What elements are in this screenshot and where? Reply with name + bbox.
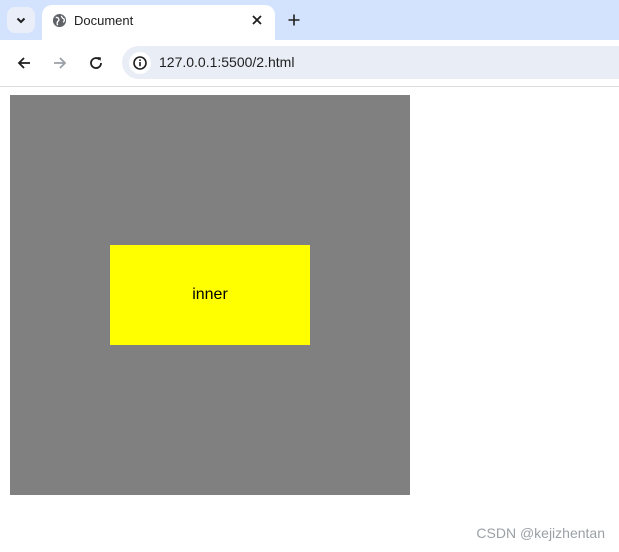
chevron-down-icon <box>16 17 26 24</box>
plus-icon <box>288 14 300 26</box>
browser-toolbar: 127.0.0.1:5500/2.html <box>0 40 619 87</box>
site-info-button[interactable] <box>129 52 151 74</box>
watermark: CSDN @kejizhentan <box>476 525 605 541</box>
inner-box: inner <box>110 245 310 345</box>
tab-title: Document <box>74 13 134 28</box>
tab-strip: Document <box>0 0 619 40</box>
inner-label: inner <box>192 286 228 303</box>
tab-close-button[interactable] <box>248 11 266 29</box>
forward-arrow-icon <box>54 57 67 69</box>
forward-button[interactable] <box>47 50 73 76</box>
url-text[interactable]: 127.0.0.1:5500/2.html <box>159 54 294 70</box>
tab-search-button[interactable] <box>7 7 35 33</box>
outer-box: inner <box>10 95 410 495</box>
globe-icon <box>52 13 67 28</box>
back-button[interactable] <box>11 50 37 76</box>
back-arrow-icon <box>17 57 30 69</box>
close-icon <box>252 15 262 25</box>
new-tab-button[interactable] <box>282 8 306 32</box>
reload-button[interactable] <box>83 50 109 76</box>
info-icon <box>133 56 147 70</box>
address-bar[interactable]: 127.0.0.1:5500/2.html <box>122 46 619 79</box>
reload-icon <box>90 57 102 69</box>
tab-document[interactable]: Document <box>42 5 275 40</box>
